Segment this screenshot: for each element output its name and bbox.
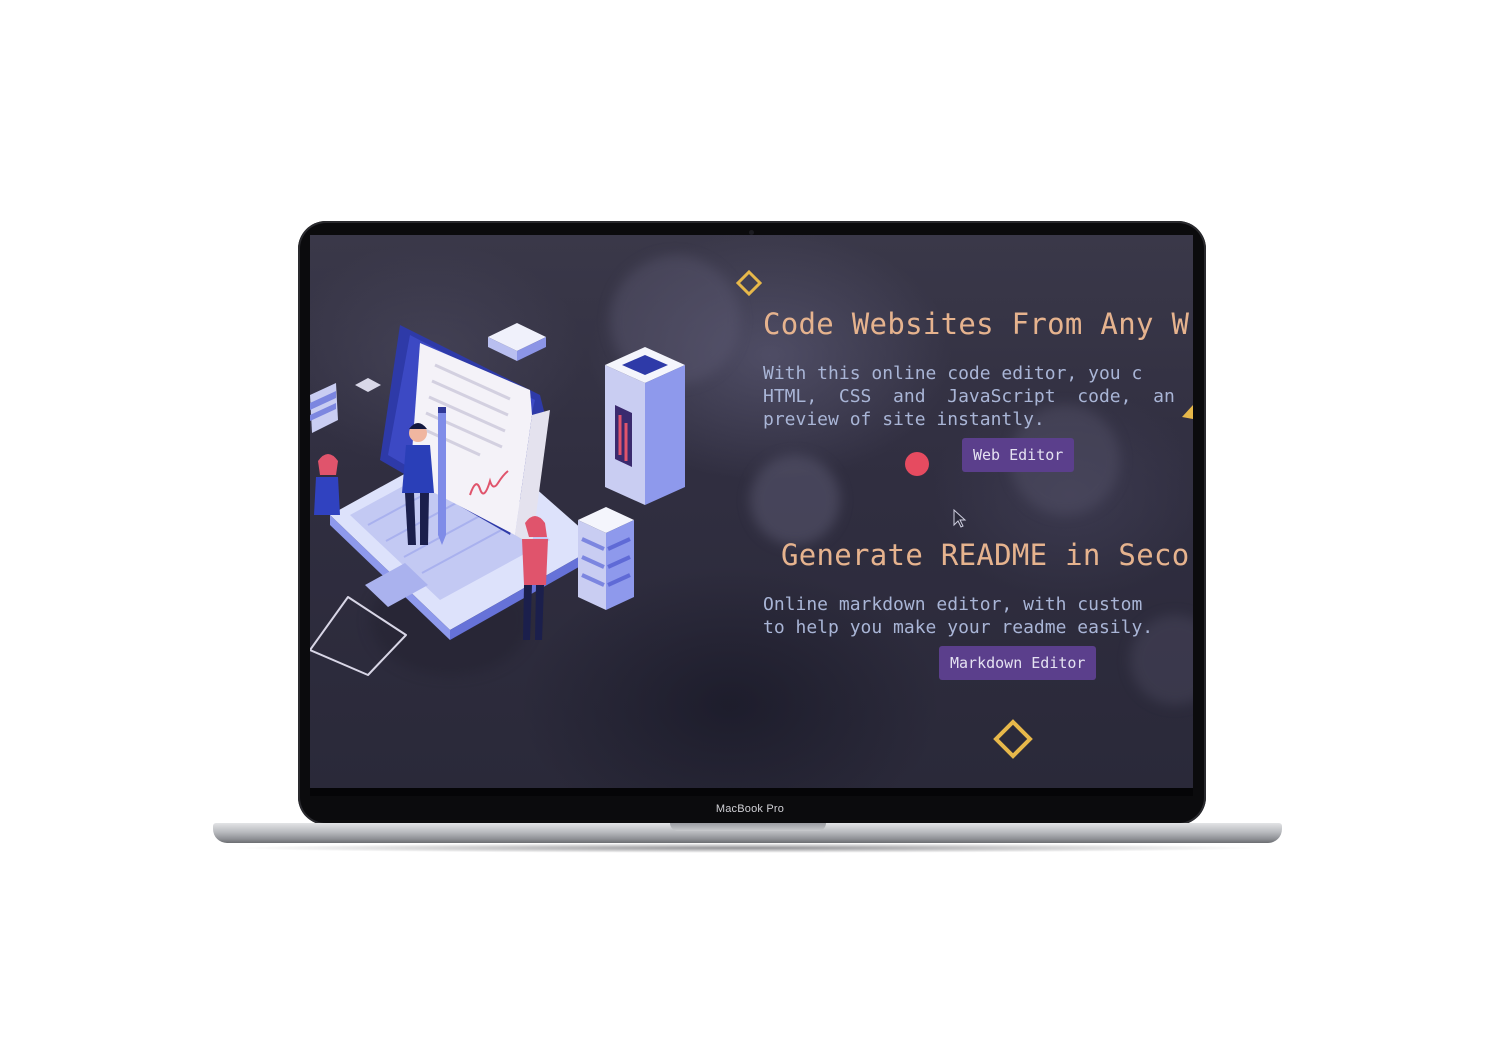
circle-dot-icon	[905, 452, 929, 476]
section-title-generate-readme: Generate README in Seco	[781, 538, 1190, 572]
section-description-code-websites: With this online code editor, you c HTML…	[763, 363, 1175, 430]
mouse-pointer-icon	[953, 509, 967, 528]
triangle-icon	[1182, 405, 1193, 419]
isometric-laptop-illustration	[310, 323, 685, 676]
markdown-editor-button[interactable]: Markdown Editor	[939, 646, 1097, 680]
mockup-stage: Code Websites From Any W With this onlin…	[0, 0, 1500, 1038]
diamond-outline-icon	[993, 719, 1033, 759]
laptop-screen: Code Websites From Any W With this onlin…	[310, 235, 1193, 788]
landing-page: Code Websites From Any W With this onlin…	[310, 235, 1193, 788]
section-title-code-websites: Code Websites From Any W	[763, 307, 1190, 341]
laptop-opening-notch	[670, 823, 826, 831]
laptop-base-shadow	[230, 843, 1265, 853]
screen-bezel-bottom	[310, 788, 1193, 796]
device-brand-label: MacBook Pro	[715, 803, 785, 815]
section-description-generate-readme: Online markdown editor, with custom to h…	[763, 594, 1154, 638]
diamond-outline-icon	[736, 270, 762, 296]
web-editor-button[interactable]: Web Editor	[962, 438, 1075, 472]
